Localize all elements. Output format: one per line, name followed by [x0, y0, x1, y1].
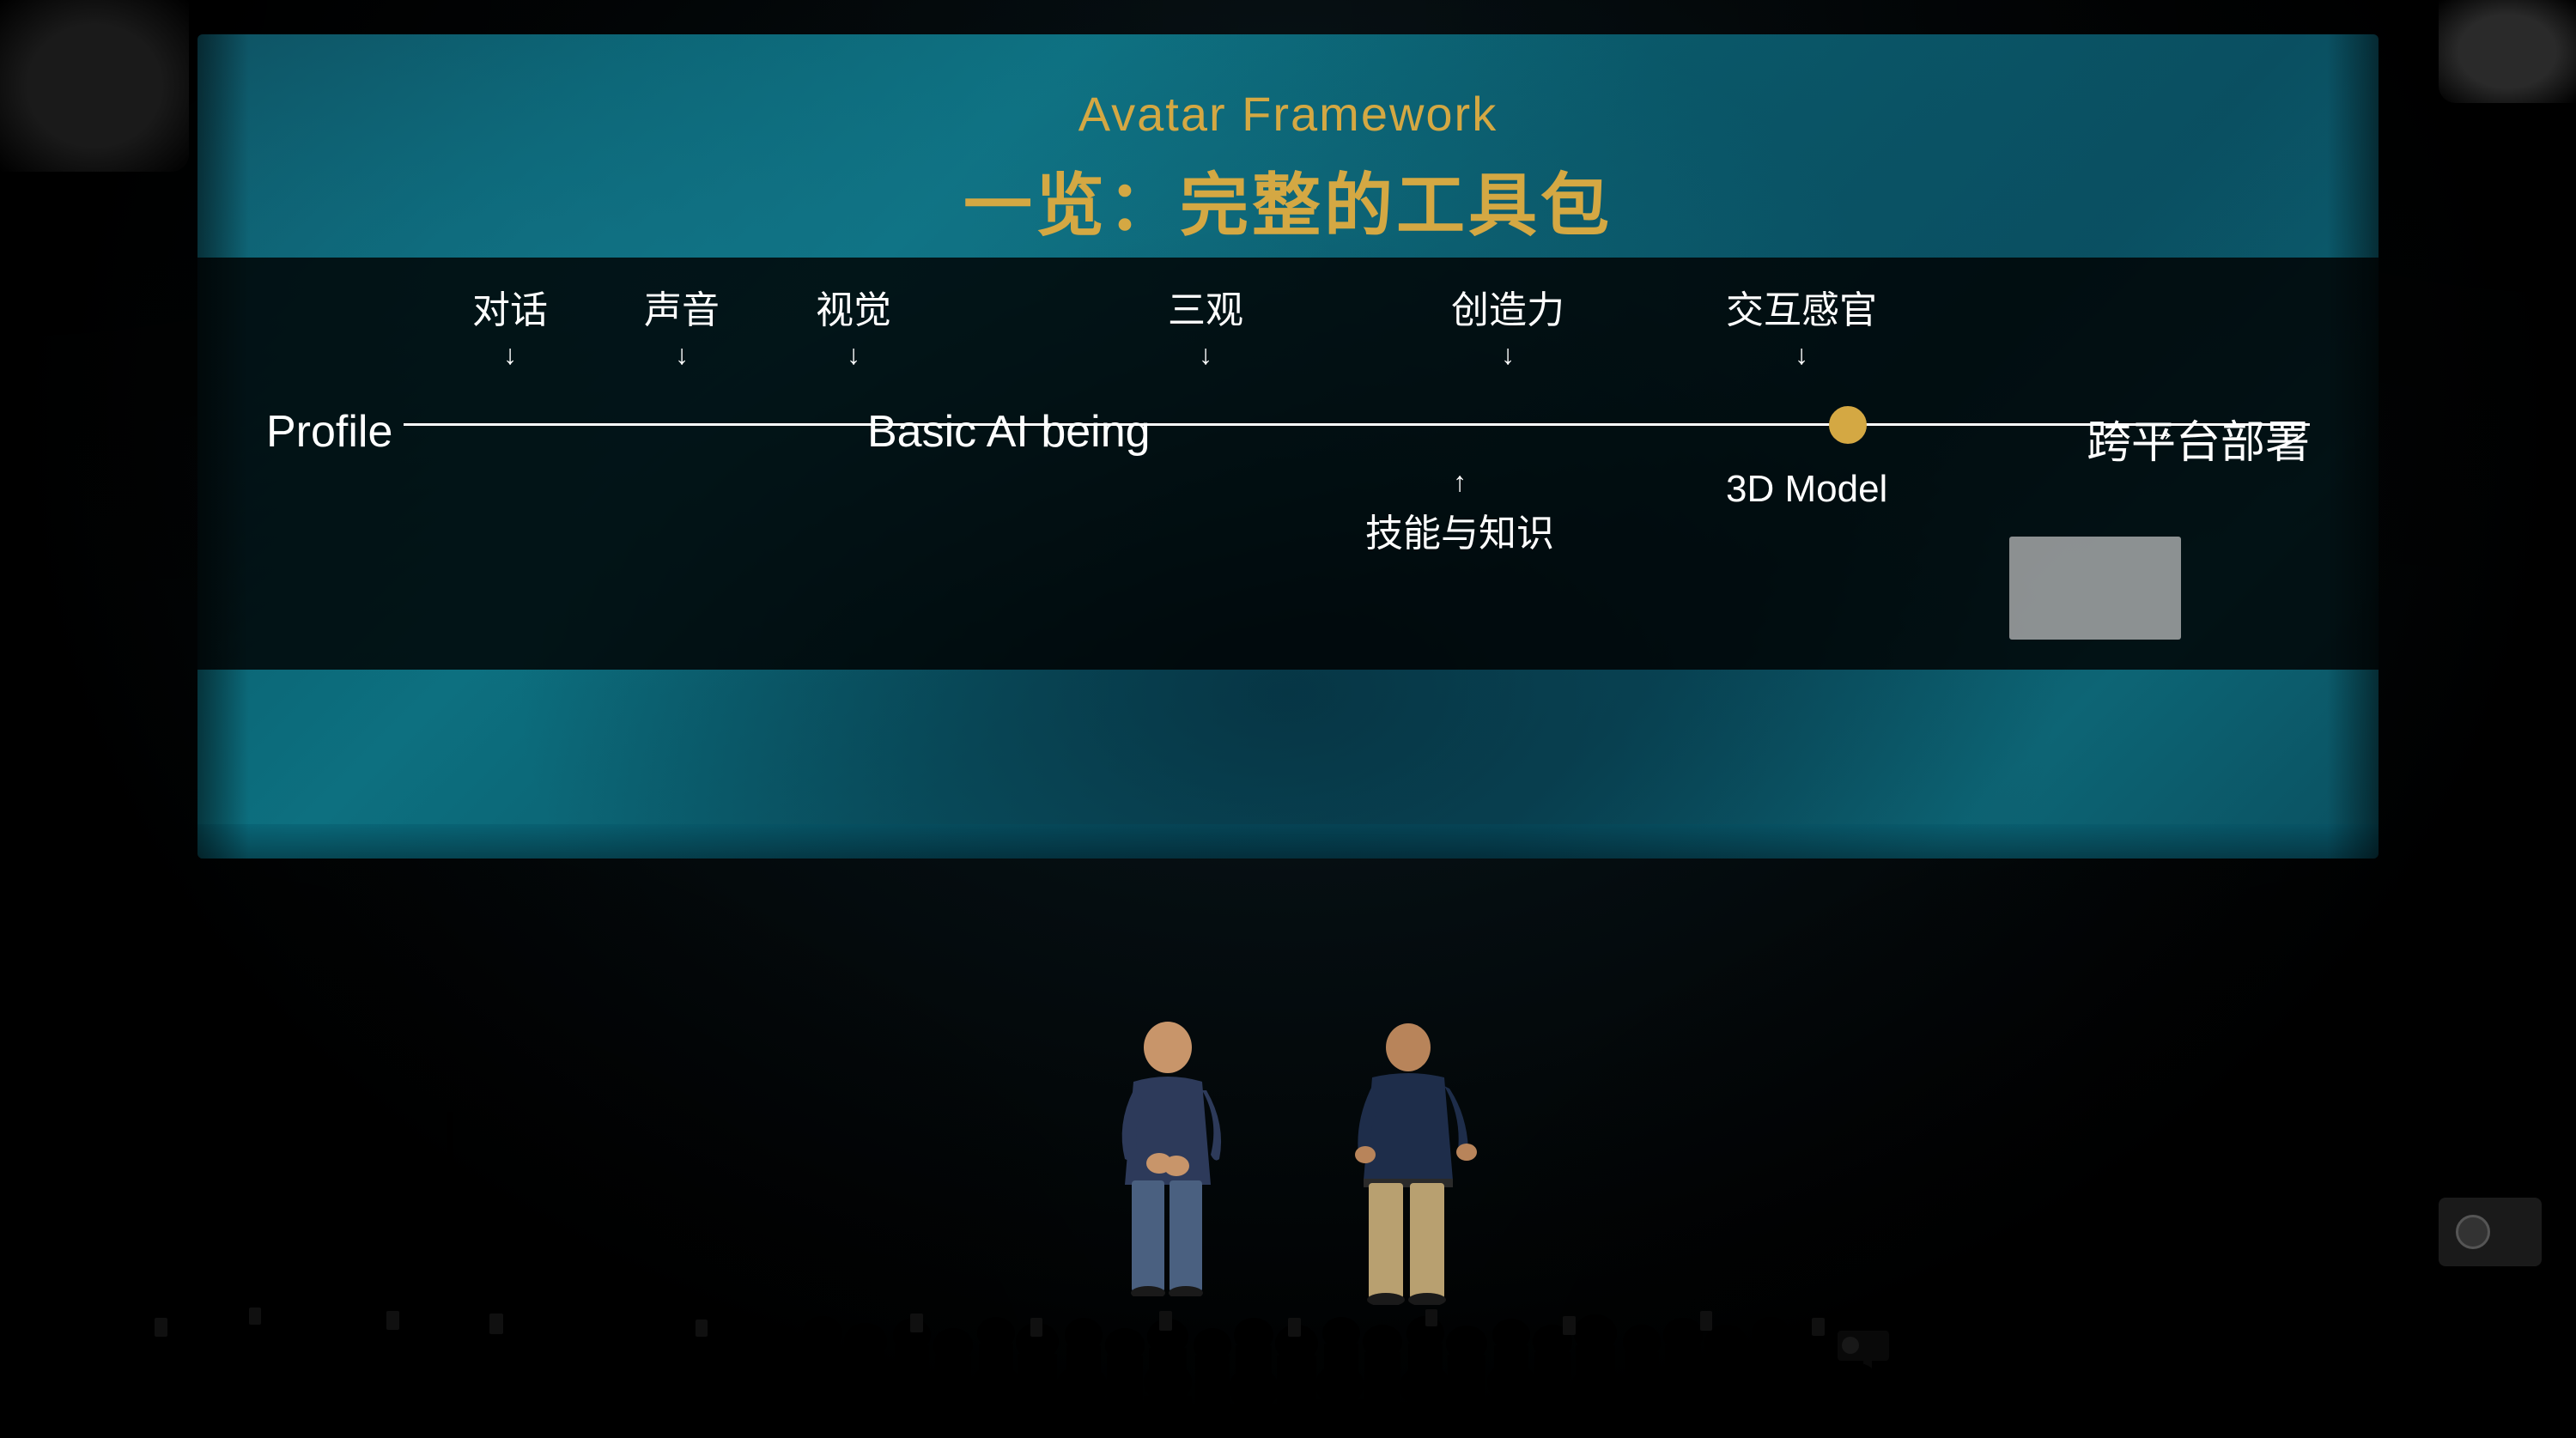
- audience: [0, 1112, 2576, 1438]
- node-basic-ai: Basic AI being: [867, 406, 1151, 458]
- label-duihua: 对话 ↓: [472, 279, 548, 368]
- title-chinese: 一览：完整的工具包: [197, 150, 2379, 250]
- arrow-jiaohu: ↓: [1795, 341, 1808, 368]
- arrow-shengyin: ↓: [675, 341, 689, 368]
- arrow-duihua: ↓: [503, 341, 517, 368]
- title-english: Avatar Framework: [197, 86, 2379, 142]
- screen-right-glow: [2327, 34, 2379, 859]
- arrow-jineng: ↑: [1453, 468, 1467, 495]
- audience-svg: [0, 1112, 2576, 1438]
- arrow-sanguan: ↓: [1199, 341, 1212, 368]
- label-shengyin: 声音 ↓: [644, 279, 720, 368]
- camera-body: [2439, 1198, 2542, 1266]
- label-sanguan-text: 三观: [1168, 279, 1243, 334]
- label-duihua-text: 对话: [472, 279, 548, 334]
- camera-lens: [2456, 1215, 2490, 1249]
- label-sanguan: 三观 ↓: [1168, 279, 1243, 368]
- speaker-left: [0, 0, 189, 172]
- arrow-shijue: ↓: [847, 341, 860, 368]
- label-chuangzaoli-text: 创造力: [1451, 279, 1564, 334]
- node-profile: Profile: [266, 406, 392, 458]
- label-chuangzaoli: 创造力 ↓: [1451, 279, 1564, 368]
- gold-circle-node: [1829, 406, 1867, 444]
- flow-line: [404, 423, 2310, 426]
- label-shijue: 视觉 ↓: [816, 279, 891, 368]
- label-shijue-text: 视觉: [816, 279, 891, 334]
- stage-floor: [197, 824, 2379, 859]
- framework-diagram: 对话 ↓ 声音 ↓ 视觉 ↓ 三观 ↓ 创造力 ↓: [266, 279, 2310, 657]
- speaker-right: [2439, 0, 2576, 103]
- slide-title-area: Avatar Framework 一览：完整的工具包: [197, 86, 2379, 250]
- label-jineng-text: 技能与知识: [1365, 502, 1554, 557]
- arrow-chuangzaoli: ↓: [1501, 341, 1515, 368]
- label-jiaohu-text: 交互感官: [1726, 279, 1877, 334]
- scene: Avatar Framework 一览：完整的工具包 对话 ↓ 声音 ↓ 视觉 …: [0, 0, 2576, 1438]
- corner-panel: [2009, 537, 2181, 640]
- label-3dmodel-text: 3D Model: [1726, 468, 1887, 511]
- presentation-screen: Avatar Framework 一览：完整的工具包 对话 ↓ 声音 ↓ 视觉 …: [197, 34, 2379, 859]
- node-cross-platform: 跨平台部署: [2087, 406, 2310, 470]
- screen-left-glow: [197, 34, 249, 859]
- label-shengyin-text: 声音: [644, 279, 720, 334]
- label-jiaohu: 交互感官 ↓: [1726, 279, 1877, 368]
- camera-equipment-right: [2439, 1198, 2542, 1266]
- label-jineng: ↑ 技能与知识: [1365, 468, 1554, 557]
- label-3dmodel: 3D Model: [1726, 468, 1887, 511]
